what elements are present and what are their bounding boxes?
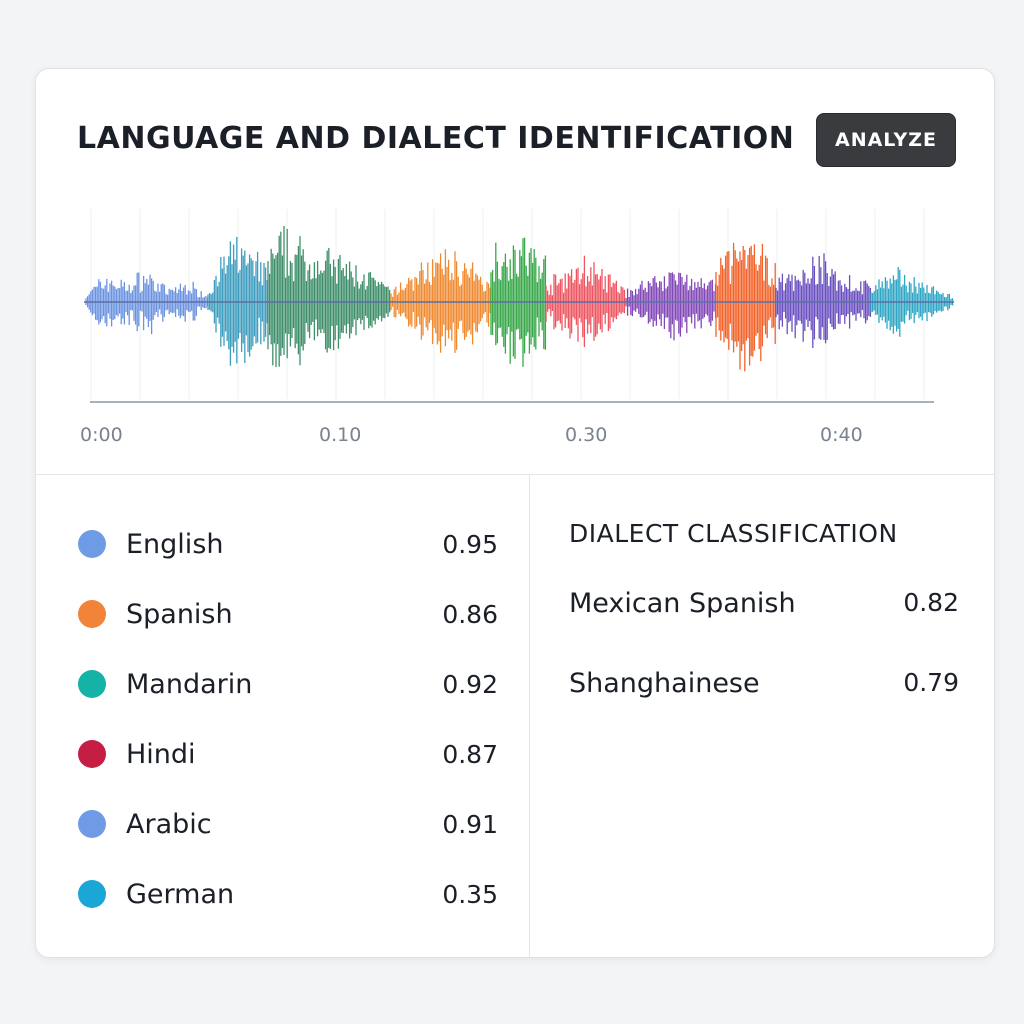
dialect-section-title: DIALECT CLASSIFICATION — [569, 519, 898, 548]
waveform-chart — [84, 209, 954, 403]
language-color-dot — [78, 530, 106, 558]
waveform-segment — [715, 242, 776, 372]
list-item[interactable]: Mandarin 0.92 — [78, 649, 498, 719]
language-color-dot — [78, 880, 106, 908]
waveform-segment — [625, 272, 717, 341]
language-name: Mandarin — [126, 668, 253, 700]
language-score: 0.91 — [442, 809, 498, 839]
list-item[interactable]: Mexican Spanish 0.82 — [569, 588, 959, 668]
list-item[interactable]: Spanish 0.86 — [78, 579, 498, 649]
dialect-name: Shanghainese — [569, 668, 760, 699]
language-name: Spanish — [126, 598, 233, 630]
identification-card: LANGUAGE AND DIALECT IDENTIFICATION ANAL… — [35, 68, 995, 958]
list-item[interactable]: German 0.35 — [78, 859, 498, 929]
language-name: German — [126, 878, 235, 910]
time-label-2: 0.30 — [565, 424, 608, 446]
column-divider — [529, 475, 530, 957]
list-item[interactable]: Shanghainese 0.79 — [569, 668, 959, 748]
language-score: 0.87 — [442, 739, 498, 769]
waveform-segment — [267, 226, 391, 368]
language-score: 0.95 — [442, 529, 498, 559]
list-item[interactable]: Arabic 0.91 — [78, 789, 498, 859]
language-color-dot — [78, 600, 106, 628]
language-name: Arabic — [126, 808, 212, 840]
language-list: English 0.95 Spanish 0.86 Mandarin 0.92 … — [78, 509, 498, 929]
waveform-segment — [390, 249, 491, 353]
time-label-end: 0:40 — [820, 424, 863, 446]
time-label-1: 0.10 — [319, 424, 362, 446]
time-label-start: 0:00 — [80, 424, 123, 446]
language-name: Hindi — [126, 738, 196, 770]
dialect-panel: DIALECT CLASSIFICATION Mexican Spanish 0… — [569, 519, 959, 748]
language-color-dot — [78, 810, 106, 838]
language-color-dot — [78, 740, 106, 768]
dialect-name: Mexican Spanish — [569, 588, 796, 619]
language-color-dot — [78, 670, 106, 698]
page-title: LANGUAGE AND DIALECT IDENTIFICATION — [77, 121, 795, 156]
list-item[interactable]: English 0.95 — [78, 509, 498, 579]
list-item[interactable]: Hindi 0.87 — [78, 719, 498, 789]
section-divider — [36, 474, 994, 475]
dialect-score: 0.79 — [903, 668, 959, 697]
waveform-segment — [775, 253, 872, 348]
analyze-button[interactable]: ANALYZE — [816, 113, 956, 167]
language-name: English — [126, 528, 224, 560]
dialect-score: 0.82 — [903, 588, 959, 617]
language-score: 0.92 — [442, 669, 498, 699]
language-score: 0.35 — [442, 879, 498, 909]
language-score: 0.86 — [442, 599, 498, 629]
